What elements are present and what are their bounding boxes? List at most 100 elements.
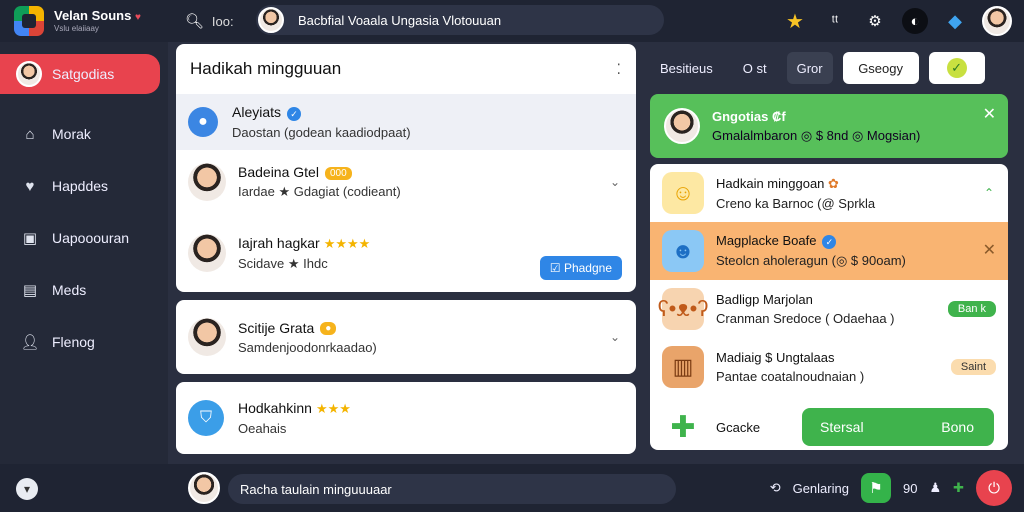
chevron-down-icon[interactable]: ⌄ [610,175,620,189]
item-title: Magplacke Boafe [716,233,817,249]
sidebar-item-label: Flenog [52,334,95,350]
weekly-list: ☺ Hadkain minggoan ✿ Creno ka Barnoc (@ … [650,164,1008,450]
shield-icon: ⛉ [188,400,224,436]
tab-ost[interactable]: O st [733,52,777,84]
card-title: Hodkahkinn [238,400,312,416]
rating-stars-icon: ★★★ [315,401,351,416]
profile-card[interactable]: Scitije Grata ● Samdenjoodonrkaadao) ⌄ [176,300,636,374]
message-input[interactable]: Racha taulain minguuuaar [228,474,676,504]
rating-stars-icon: ★★★★ [323,235,371,251]
item-subtitle: Scidave ★ Ihdc [238,255,328,271]
footer-label: Gcacke [716,419,761,435]
list-item[interactable]: ● Aleyiats ✓ Daostan (godean kaadiodpaat) [176,94,636,150]
message-input-text: Racha taulain minguuuaar [240,481,392,497]
list-item[interactable]: ʕ•ᴥ•ʔ Badligp Marjolan Cranman Sredoce (… [650,280,1008,338]
feed-card: Hadikah mingguuan ⁚ ● Aleyiats ✓ Daostan … [176,44,636,292]
search-bar[interactable]: Bacbfial Voaala Ungasia Vlotouuan [256,5,664,35]
star-icon[interactable]: ★ [782,8,808,34]
item-subtitle: Creno ka Barnoc (@ Sprkla [716,195,876,211]
feed-title: Hadikah mingguuan [190,59,342,78]
start-button-label[interactable]: Stersal [820,419,864,435]
sidebar-item-satgodias[interactable]: Satgodias [0,54,160,94]
flag-icon: ⚑ [869,480,883,497]
tab-besitieus[interactable]: Besitieus [650,52,723,84]
item-subtitle: Iardae ★ Gdagiat (codieant) [238,184,401,199]
sidebar-item-hapddes[interactable]: ♥ Hapddes [0,160,168,212]
level-badge: 000 [324,166,352,180]
power-button[interactable]: ⏻ [976,470,1012,506]
photo-icon: ▣ [22,230,38,247]
list-item[interactable]: ▥ Madiaig $ Ungtalaas Pantae coatalnoudn… [650,338,1008,396]
status-text: Genlaring [792,480,849,496]
gem-icon[interactable]: ◆ [942,8,968,34]
close-icon[interactable]: ✕ [983,104,996,124]
person-icon[interactable]: ♟ [929,480,941,496]
sidebar-item-flenog[interactable]: 👤︎ Flenog [0,316,168,368]
item-subtitle: Daostan (godean kaadiodpaat) [232,124,411,140]
item-title: Aleyiats [232,104,282,121]
shield-card[interactable]: ⛉ Hodkahkinn ★★★ Oeahais [176,382,636,454]
app-logo[interactable] [14,6,44,36]
sidebar: Satgodias ⌂ Morak ♥ Hapddes ▣ Uapooouran… [0,42,168,464]
feed-header: Hadikah mingguuan ⁚ [176,44,636,94]
avatar [188,234,226,272]
puzzle-icon[interactable]: ✚ [953,480,964,496]
sidebar-item-uapooouran[interactable]: ▣ Uapooouran [0,212,168,264]
item-title: Iajrah hagkar [238,234,320,251]
top-icons: ★ ᵗᵗ ⚙ ◐ ◆ [782,6,1012,36]
refresh-icon[interactable]: ⟲ [770,480,781,496]
list-item[interactable]: Badeina Gtel 000 Iardae ★ Gdagiat (codiea… [176,150,636,214]
sidebar-item-morak[interactable]: ⌂ Morak [0,108,168,160]
puzzle-icon: ✚ [670,410,696,444]
coin-badge: ● [320,322,337,336]
more-icon[interactable]: ⁚ [617,61,622,78]
sidebar-item-meds[interactable]: ▤ Meds [0,264,168,316]
item-title: Madiaig $ Ungtalaas [716,350,835,365]
search-icon[interactable]: 🔍︎ [185,12,204,30]
theme-icon[interactable]: ◐ [902,8,928,34]
settings-icon[interactable]: ⚙ [862,8,888,34]
power-icon: ⏻ [988,479,1000,497]
item-subtitle: Cranman Sredoce ( Odaehaa ) [716,311,895,326]
avatar [258,7,284,33]
bono-button-label[interactable]: Bono [941,419,974,435]
profile-avatar[interactable] [982,6,1012,36]
sidebar-item-label: Hapddes [52,178,109,194]
tab-gror[interactable]: Gror [786,52,833,84]
confirm-button[interactable]: ✓ [928,52,985,84]
split-button[interactable]: Stersal Bono [802,408,994,446]
list-item[interactable]: Iajrah hagkar ★★★★ Scidave ★ Ihdc ☑ Phadg… [176,214,636,292]
feed-column: Hadikah mingguuan ⁚ ● Aleyiats ✓ Daostan … [176,44,636,454]
list-item[interactable]: ☻ Magplacke Boafe ✓ Steolcn aholeragun (◎… [650,222,1008,280]
notification-subtitle: Gmalalmbaron ◎ $ 8nd ◎ Mogsian) [712,127,921,143]
brand: Velan Souns ♥ Vslu elaiiaay [54,9,141,33]
brand-name: Velan Souns [54,8,132,23]
basket-icon: ▥ [662,346,704,388]
count-label: 90 [902,480,918,496]
chevron-down-icon[interactable]: ⌄ [610,330,620,344]
avatar [188,163,226,201]
brand-subtitle: Vslu elaiiaay [54,24,99,33]
sidebar-item-label: Morak [52,126,91,142]
action-label: Phadgne [563,261,612,275]
text-tool-icon[interactable]: ᵗᵗ [822,8,848,34]
heart-icon: ♥ [25,177,35,195]
chevron-up-icon[interactable]: ⌃ [984,186,994,200]
notification-card[interactable]: Gngotias ₡f Gmalalmbaron ◎ $ 8nd ◎ Mogsi… [650,94,1008,158]
item-title: Badligp Marjolan [716,292,813,307]
list-footer: ✚ Gcacke Stersal Bono [650,396,1008,450]
action-icon: ☑ [549,261,564,275]
search-text: Bacbfial Voaala Ungasia Vlotouuan [298,12,502,28]
action-button[interactable]: ☑ Phadgne [539,256,622,280]
tab-bar: Besitieus O st Gror Gseogy ✓ [650,44,1008,92]
right-column: Besitieus O st Gror Gseogy ✓ Gngotias ₡f… [650,44,1008,450]
list-item[interactable]: ☺ Hadkain minggoan ✿ Creno ka Barnoc (@ … [650,164,1008,222]
status-badge: Saint [950,359,996,375]
avatar-icon [16,61,42,87]
tab-gseogy[interactable]: Gseogy [842,52,919,84]
trash-icon[interactable]: ▾ [16,478,38,500]
flag-button[interactable]: ⚑ [860,473,891,503]
item-subtitle: Steolcn aholeragun (◎ $ 90oam) [716,252,906,268]
medal-icon: ☺ [662,172,704,214]
close-icon[interactable]: ✕ [983,240,996,260]
